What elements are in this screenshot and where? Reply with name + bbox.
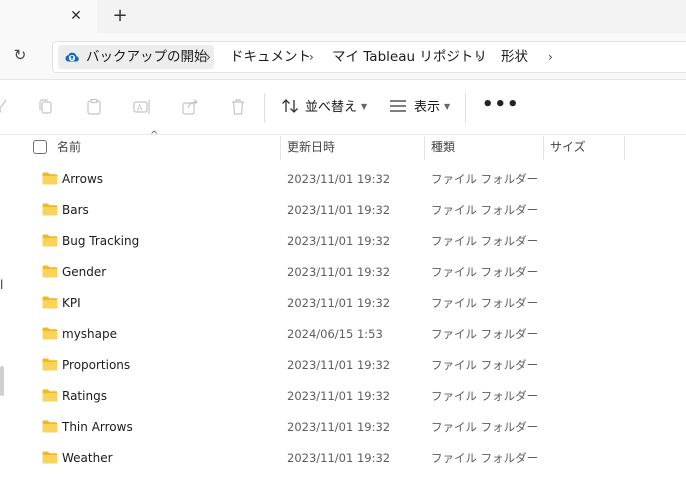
file-type: ファイル フォルダー [431, 358, 539, 372]
more-options-button[interactable]: ••• [482, 96, 519, 118]
file-name: Ratings [62, 389, 107, 403]
tab-strip: ✕ + [0, 0, 686, 33]
file-type: ファイル フォルダー [431, 172, 539, 186]
file-type: ファイル フォルダー [431, 389, 539, 403]
file-type: ファイル フォルダー [431, 234, 539, 248]
folder-icon [42, 420, 58, 433]
folder-icon [42, 358, 58, 371]
folder-icon [42, 296, 58, 309]
file-name: Bug Tracking [62, 234, 140, 248]
refresh-icon[interactable]: ↻ [10, 45, 30, 65]
file-type: ファイル フォルダー [431, 265, 539, 279]
sort-icon [282, 99, 298, 113]
sort-button[interactable]: 並べ替え ▼ [281, 96, 367, 118]
list-item[interactable]: KPI 2023/11/01 19:32 ファイル フォルダー [0, 288, 686, 319]
copy-icon[interactable] [36, 97, 56, 117]
rename-icon[interactable]: A [132, 97, 152, 117]
folder-icon [42, 451, 58, 464]
breadcrumb-shapes[interactable]: 形状 [501, 45, 528, 69]
folder-icon [42, 172, 58, 185]
file-name: KPI [62, 296, 81, 310]
chevron-down-icon: ▼ [444, 102, 451, 111]
list-item[interactable]: Ratings 2023/11/01 19:32 ファイル フォルダー [0, 381, 686, 412]
file-type: ファイル フォルダー [431, 327, 539, 341]
file-modified: 2023/11/01 19:32 [287, 172, 391, 186]
list-item[interactable]: Gender 2023/11/01 19:32 ファイル フォルダー [0, 257, 686, 288]
file-name: Proportions [62, 358, 131, 372]
list-item[interactable]: Bug Tracking 2023/11/01 19:32 ファイル フォルダー [0, 226, 686, 257]
file-type: ファイル フォルダー [431, 296, 539, 310]
breadcrumb-backup[interactable]: バックアップの開始 [58, 45, 214, 69]
list-item[interactable]: Arrows 2023/11/01 19:32 ファイル フォルダー [0, 164, 686, 195]
file-list-header: ^ 名前 更新日時 種類 サイズ [0, 130, 686, 160]
column-header-type[interactable]: 種類 [431, 136, 455, 160]
column-divider[interactable] [280, 136, 281, 160]
breadcrumb-documents[interactable]: ドキュメント [230, 45, 311, 69]
file-type: ファイル フォルダー [431, 420, 539, 434]
file-modified: 2023/11/01 19:32 [287, 389, 391, 403]
breadcrumb-tableau-repository[interactable]: マイ Tableau リポジトリ [332, 45, 487, 69]
folder-icon [42, 234, 58, 247]
chevron-right-icon[interactable]: › [206, 45, 211, 69]
chevron-right-icon[interactable]: › [477, 45, 482, 69]
folder-icon [42, 265, 58, 278]
share-icon[interactable] [180, 97, 200, 117]
file-modified: 2024/06/15 1:53 [287, 327, 383, 341]
command-bar: A 並べ替え ▼ 表示 ▼ ••• [0, 81, 686, 135]
folder-icon [42, 327, 58, 340]
address-row: ↻ バックアップの開始 › ドキュメント › マイ Tableau リポジトリ … [0, 33, 686, 80]
list-item[interactable]: Weather 2023/11/01 19:32 ファイル フォルダー [0, 443, 686, 474]
column-header-size[interactable]: サイズ [550, 136, 586, 160]
close-tab-icon[interactable]: ✕ [66, 6, 86, 26]
delete-icon[interactable] [228, 97, 248, 117]
toolbar-divider [465, 93, 466, 123]
file-name: Gender [62, 265, 107, 279]
column-divider[interactable] [624, 136, 625, 160]
file-modified: 2023/11/01 19:32 [287, 296, 391, 310]
file-type: ファイル フォルダー [431, 451, 539, 465]
cut-icon[interactable] [0, 97, 12, 117]
folder-icon [42, 203, 58, 216]
file-modified: 2023/11/01 19:32 [287, 203, 391, 217]
column-divider[interactable] [424, 136, 425, 160]
column-header-modified[interactable]: 更新日時 [287, 136, 335, 160]
sort-label: 並べ替え [305, 100, 358, 115]
view-button[interactable]: 表示 ▼ [389, 96, 450, 118]
select-all-checkbox[interactable] [33, 140, 47, 154]
file-modified: 2023/11/01 19:32 [287, 265, 391, 279]
file-name: Arrows [62, 172, 104, 186]
file-name: Bars [62, 203, 89, 217]
svg-text:A: A [137, 104, 143, 113]
file-name: Thin Arrows [62, 420, 133, 434]
folder-icon [42, 389, 58, 402]
list-item[interactable]: Proportions 2023/11/01 19:32 ファイル フォルダー [0, 350, 686, 381]
file-name: myshape [62, 327, 118, 341]
file-modified: 2023/11/01 19:32 [287, 358, 391, 372]
file-modified: 2023/11/01 19:32 [287, 234, 391, 248]
list-item[interactable]: Bars 2023/11/01 19:32 ファイル フォルダー [0, 195, 686, 226]
breadcrumb-backup-label: バックアップの開始 [86, 49, 208, 65]
chevron-down-icon: ▼ [361, 102, 368, 111]
column-header-name[interactable]: 名前 [57, 136, 81, 160]
new-tab-button[interactable]: + [110, 6, 130, 26]
view-label: 表示 [414, 100, 441, 115]
active-tab[interactable]: ✕ [0, 0, 97, 33]
toolbar-divider [264, 93, 265, 123]
file-modified: 2023/11/01 19:32 [287, 451, 391, 465]
chevron-right-icon[interactable]: › [548, 45, 553, 69]
column-divider[interactable] [543, 136, 544, 160]
view-icon [390, 100, 406, 112]
chevron-right-icon[interactable]: › [309, 45, 314, 69]
address-bar[interactable]: バックアップの開始 › ドキュメント › マイ Tableau リポジトリ › … [52, 41, 686, 73]
cloud-backup-icon [65, 52, 79, 62]
sort-ascending-icon: ^ [150, 130, 159, 141]
list-item[interactable]: myshape 2024/06/15 1:53 ファイル フォルダー [0, 319, 686, 350]
file-modified: 2023/11/01 19:32 [287, 420, 391, 434]
file-type: ファイル フォルダー [431, 203, 539, 217]
file-name: Weather [62, 451, 113, 465]
paste-icon[interactable] [84, 97, 104, 117]
list-item[interactable]: Thin Arrows 2023/11/01 19:32 ファイル フォルダー [0, 412, 686, 443]
